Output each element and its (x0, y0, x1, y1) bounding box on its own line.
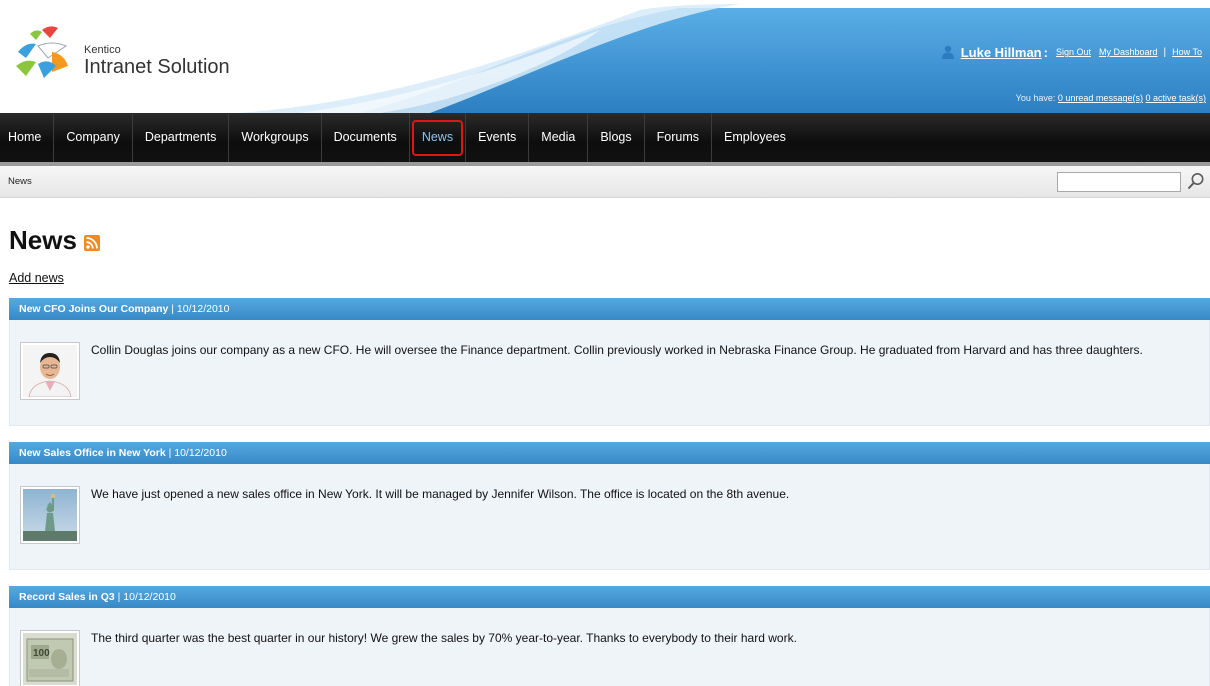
news-date: | 10/12/2010 (117, 591, 176, 603)
news-header[interactable]: New Sales Office in New York | 10/12/201… (9, 442, 1210, 464)
brand-small-text: Kentico (84, 44, 121, 56)
link-divider: | (1163, 46, 1167, 58)
breadcrumb-bar: News (0, 166, 1210, 198)
user-separator: : (1043, 44, 1048, 60)
kentico-logo-icon (16, 26, 68, 78)
person-photo-icon (23, 345, 77, 397)
news-date: | 10/12/2010 (168, 447, 227, 459)
nav-item-documents[interactable]: Documents (322, 113, 410, 162)
statue-of-liberty-photo-icon (23, 489, 77, 541)
active-tasks-link[interactable]: 0 active task(s) (1145, 93, 1206, 103)
money-photo-icon: 100 (23, 633, 77, 685)
news-header[interactable]: Record Sales in Q3 | 10/12/2010 (9, 586, 1210, 608)
messages-status: You have: 0 unread message(s) 0 active t… (1016, 93, 1206, 103)
nav-item-news[interactable]: News (410, 113, 467, 162)
news-thumbnail[interactable] (20, 486, 80, 544)
nav-item-news-label: News (421, 130, 454, 144)
news-thumbnail[interactable]: 100 (20, 630, 80, 686)
svg-text:100: 100 (33, 648, 50, 659)
news-thumbnail[interactable] (20, 342, 80, 400)
messages-prefix: You have: (1015, 93, 1056, 103)
news-body: 100 The third quarter was the best quart… (9, 608, 1210, 686)
page-title: News (9, 225, 100, 256)
add-news-link[interactable]: Add news (9, 271, 64, 285)
nav-item-workgroups[interactable]: Workgroups (229, 113, 322, 162)
news-item: New Sales Office in New York | 10/12/201… (9, 442, 1210, 570)
nav-item-home[interactable]: Home (0, 113, 55, 162)
search-icon[interactable] (1186, 171, 1206, 191)
news-summary: The third quarter was the best quarter i… (91, 631, 797, 645)
main-navigation: Home Company Departments Workgroups Docu… (0, 113, 1210, 162)
user-name-link[interactable]: Luke Hillman (961, 45, 1042, 60)
news-title[interactable]: New CFO Joins Our Company (19, 303, 168, 315)
page-title-text: News (9, 225, 77, 255)
my-dashboard-link[interactable]: My Dashboard (1099, 47, 1158, 57)
nav-item-forums[interactable]: Forums (645, 113, 712, 162)
news-summary: We have just opened a new sales office i… (91, 487, 790, 501)
news-item: New CFO Joins Our Company | 10/12/2010 C… (9, 298, 1210, 426)
user-menu: Luke Hillman : Sign Out My Dashboard | H… (941, 42, 1206, 62)
nav-item-company[interactable]: Company (54, 113, 133, 162)
news-summary: Collin Douglas joins our company as a ne… (91, 343, 1143, 357)
user-icon (941, 45, 954, 59)
news-title[interactable]: Record Sales in Q3 (19, 591, 115, 603)
how-to-link[interactable]: How To (1172, 47, 1202, 57)
nav-item-events[interactable]: Events (466, 113, 530, 162)
news-body: Collin Douglas joins our company as a ne… (9, 320, 1210, 426)
news-header[interactable]: New CFO Joins Our Company | 10/12/2010 (9, 298, 1210, 320)
nav-item-employees[interactable]: Employees (712, 113, 798, 162)
logo[interactable]: Kentico Intranet Solution (8, 24, 248, 80)
rss-icon[interactable] (83, 235, 100, 251)
unread-messages-link[interactable]: 0 unread message(s) (1058, 93, 1143, 103)
news-title[interactable]: New Sales Office in New York (19, 447, 166, 459)
nav-item-departments[interactable]: Departments (133, 113, 230, 162)
brand-title: Intranet Solution (84, 56, 230, 78)
site-header: Kentico Intranet Solution Luke Hillman :… (0, 0, 1210, 113)
news-body: We have just opened a new sales office i… (9, 464, 1210, 570)
news-item: Record Sales in Q3 | 10/12/2010 100 The … (9, 586, 1210, 686)
breadcrumb[interactable]: News (8, 176, 32, 187)
nav-item-media[interactable]: Media (529, 113, 589, 162)
search-input[interactable] (1057, 172, 1181, 192)
sign-out-link[interactable]: Sign Out (1056, 47, 1091, 57)
nav-item-blogs[interactable]: Blogs (588, 113, 645, 162)
news-date: | 10/12/2010 (171, 303, 230, 315)
